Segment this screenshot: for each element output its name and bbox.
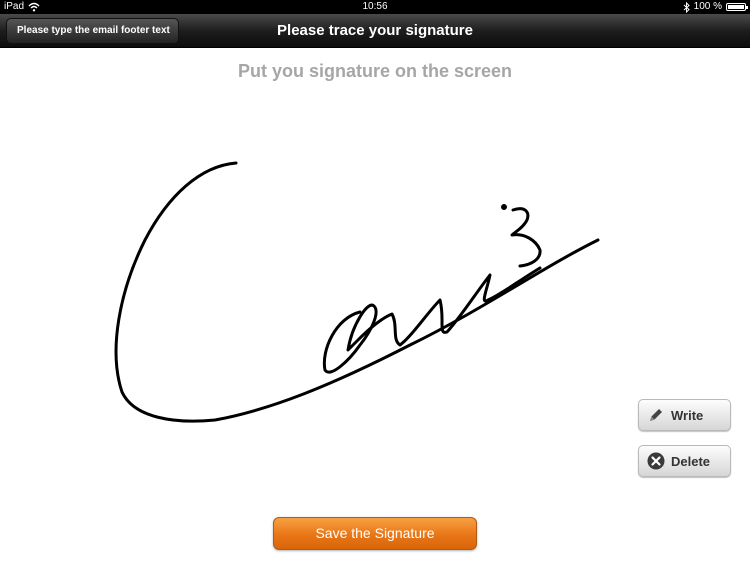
signature-stroke-three [510,207,542,268]
write-button-label: Write [671,407,704,423]
status-time: 10:56 [362,1,388,12]
bluetooth-icon [683,1,690,13]
battery-percent: 100 % [693,1,722,12]
delete-button-label: Delete [671,453,711,469]
signature-strokes [114,161,600,423]
back-button[interactable]: Please type the email footer text [6,18,179,44]
signature-dot [501,204,507,210]
pencil-icon [650,409,662,421]
delete-x-icon [647,452,665,470]
write-button[interactable]: Write [638,399,731,431]
status-bar: iPad 10:56 100 % [0,0,750,14]
back-button-label: Please type the email footer text [17,25,170,36]
signature-stroke-main [114,161,600,423]
delete-button[interactable]: Delete [638,445,731,477]
navigation-bar: Please trace your signature Please type … [0,14,750,48]
signature-canvas[interactable] [0,48,750,508]
save-signature-button[interactable]: Save the Signature [273,517,477,550]
signature-stroke-letters [322,266,542,374]
status-right: 100 % [683,0,748,14]
battery-icon [726,3,748,11]
battery-fill [728,5,744,9]
